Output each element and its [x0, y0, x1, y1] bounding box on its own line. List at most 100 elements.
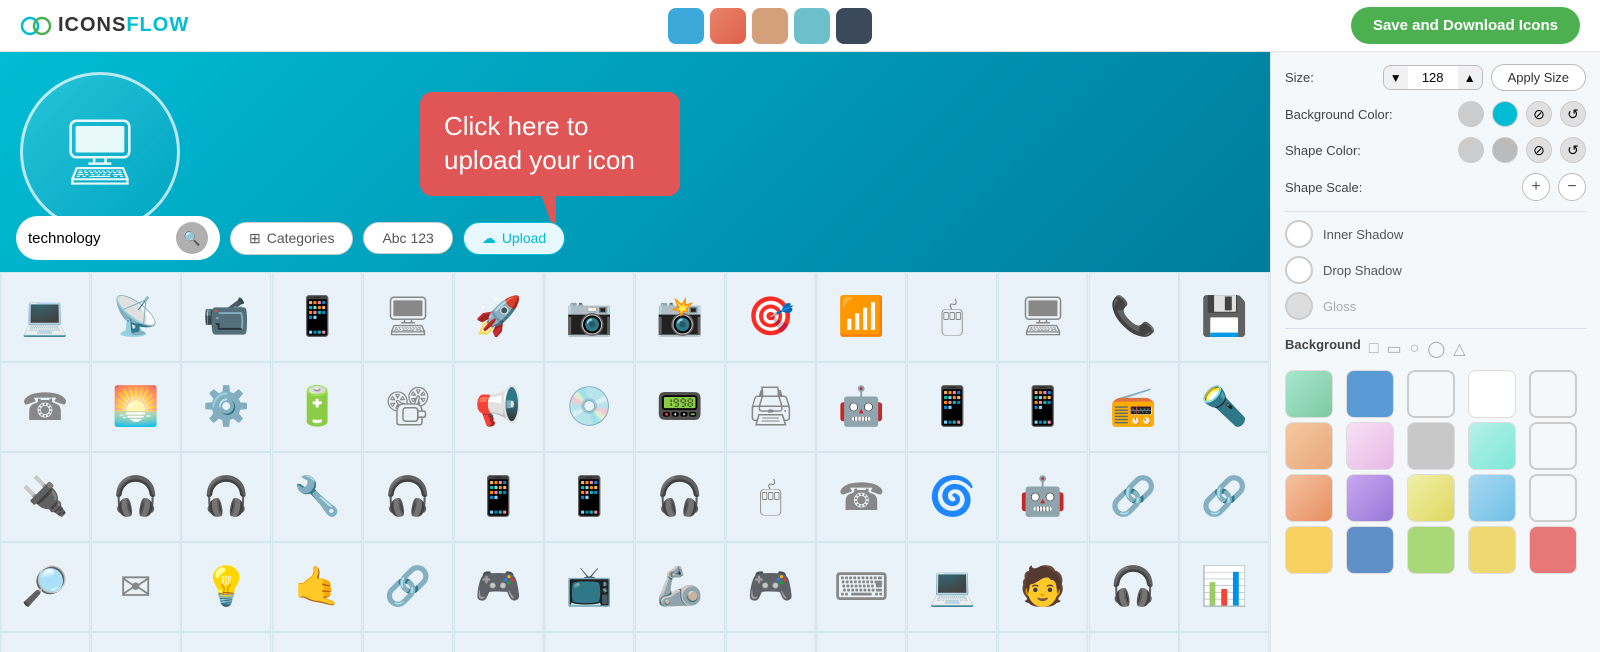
icon-cell[interactable]: 📹 — [91, 632, 181, 652]
bg-option[interactable] — [1285, 370, 1333, 418]
icon-cell[interactable]: 📱 — [272, 272, 362, 362]
icon-cell[interactable]: 💡 — [181, 542, 271, 632]
icon-cell[interactable]: 🤖 — [998, 452, 1088, 542]
icon-cell[interactable]: 📹 — [181, 272, 271, 362]
bg-shape-circle-2[interactable]: ◯ — [1427, 339, 1445, 359]
shape-scale-minus-button[interactable]: − — [1558, 173, 1586, 201]
icon-cell[interactable]: 🎮 — [454, 542, 544, 632]
icon-cell[interactable]: 🔽 — [272, 632, 362, 652]
bg-option[interactable] — [1346, 370, 1394, 418]
inner-shadow-toggle[interactable] — [1285, 220, 1313, 248]
icon-cell[interactable]: ⌨ — [816, 542, 906, 632]
icon-cell[interactable]: 📡 — [91, 272, 181, 362]
icon-cell[interactable]: 🔗 — [1089, 452, 1179, 542]
icon-cell[interactable]: 💿 — [544, 362, 634, 452]
icon-cell[interactable]: 💾 — [1179, 272, 1269, 362]
icon-cell[interactable]: 📦 — [816, 632, 906, 652]
swatch-blue[interactable] — [668, 8, 704, 44]
upload-button[interactable]: ☁ Upload — [463, 222, 565, 255]
icon-cell[interactable]: ✉ — [91, 542, 181, 632]
icon-cell[interactable]: 🔊 — [544, 632, 634, 652]
icon-cell[interactable]: 📡 — [454, 632, 544, 652]
icon-cell[interactable]: 🎧 — [363, 452, 453, 542]
bg-option[interactable] — [1468, 422, 1516, 470]
size-up-button[interactable]: ▲ — [1458, 67, 1482, 89]
icon-cell[interactable]: 🎧 — [181, 452, 271, 542]
bg-option[interactable] — [1468, 526, 1516, 574]
shape-color-reset[interactable]: ↺ — [1560, 137, 1586, 163]
swatch-orange[interactable] — [710, 8, 746, 44]
shape-color-swatch-1[interactable] — [1458, 137, 1484, 163]
icon-cell[interactable]: 🦾 — [635, 542, 725, 632]
bg-option[interactable] — [1346, 474, 1394, 522]
icon-cell[interactable]: 🌀 — [907, 452, 997, 542]
bg-shape-triangle[interactable]: △ — [1453, 339, 1465, 359]
icon-cell[interactable]: 🎧 — [635, 452, 725, 542]
gloss-toggle[interactable] — [1285, 292, 1313, 320]
icon-cell[interactable]: 📱 — [544, 452, 634, 542]
icon-cell[interactable]: 📸 — [635, 272, 725, 362]
icon-cell[interactable]: 📱 — [454, 452, 544, 542]
icon-cell[interactable]: 🖨 — [726, 362, 816, 452]
icon-cell[interactable]: 🔗 — [1179, 452, 1269, 542]
icon-cell[interactable]: 🔋 — [272, 362, 362, 452]
icon-cell[interactable]: 📽 — [363, 362, 453, 452]
icon-cell[interactable]: 🔧 — [907, 632, 997, 652]
bg-option[interactable] — [1285, 526, 1333, 574]
icon-cell[interactable]: 📻 — [1089, 362, 1179, 452]
bg-color-swatch-2[interactable] — [1492, 101, 1518, 127]
bg-color-reset[interactable]: ↺ — [1560, 101, 1586, 127]
icon-cell[interactable]: 📱 — [907, 362, 997, 452]
icon-cell[interactable]: 🤙 — [272, 542, 362, 632]
icon-cell[interactable]: 🤖 — [816, 362, 906, 452]
icon-cell[interactable]: 🎧 — [91, 452, 181, 542]
bg-option[interactable] — [1529, 370, 1577, 418]
bg-option[interactable] — [1468, 474, 1516, 522]
abc-button[interactable]: Abc 123 — [363, 222, 452, 254]
icon-cell[interactable]: 🔗 — [363, 542, 453, 632]
icon-cell[interactable]: 💻 — [181, 632, 271, 652]
categories-button[interactable]: ⊞ Categories — [230, 222, 353, 255]
icon-cell[interactable]: 📞 — [1089, 272, 1179, 362]
bg-option[interactable] — [1468, 370, 1516, 418]
icon-cell[interactable]: 🎮 — [726, 542, 816, 632]
bg-color-no-icon[interactable]: ⊘ — [1526, 101, 1552, 127]
icon-cell[interactable]: 📷 — [544, 272, 634, 362]
shape-color-swatch-2[interactable] — [1492, 137, 1518, 163]
icon-cell[interactable]: 📶 — [816, 272, 906, 362]
icon-cell[interactable]: 📢 — [454, 362, 544, 452]
icon-cell[interactable]: 🧑 — [998, 542, 1088, 632]
icon-cell[interactable]: 📺 — [544, 542, 634, 632]
bg-option[interactable] — [1346, 422, 1394, 470]
icon-cell[interactable]: 🎧 — [1089, 542, 1179, 632]
icon-cell[interactable]: 📊 — [1179, 542, 1269, 632]
icon-cell[interactable]: 📱 — [635, 632, 725, 652]
size-input[interactable] — [1408, 66, 1458, 89]
bg-option[interactable] — [1407, 370, 1455, 418]
icon-cell[interactable]: 📱 — [1089, 632, 1179, 652]
bg-option[interactable] — [1407, 526, 1455, 574]
icon-cell[interactable]: 🖱 — [726, 452, 816, 542]
shape-scale-add-button[interactable]: + — [1522, 173, 1550, 201]
swatch-tan[interactable] — [752, 8, 788, 44]
icon-cell[interactable]: ⚙️ — [726, 632, 816, 652]
search-button[interactable]: 🔍 — [176, 222, 208, 254]
icon-cell[interactable]: 🖥 — [998, 272, 1088, 362]
icon-cell[interactable]: 💡 — [0, 632, 90, 652]
icon-cell[interactable]: 📟 — [635, 362, 725, 452]
bg-option[interactable] — [1529, 474, 1577, 522]
icon-cell[interactable]: 📱 — [998, 362, 1088, 452]
icon-cell[interactable]: ☎ — [816, 452, 906, 542]
icon-cell[interactable]: 🎯 — [726, 272, 816, 362]
icon-cell[interactable]: ☎ — [0, 362, 90, 452]
bg-option[interactable] — [1529, 422, 1577, 470]
icon-cell[interactable]: 🖱 — [907, 272, 997, 362]
bg-shape-square-2[interactable]: ▭ — [1387, 339, 1402, 359]
bg-option[interactable] — [1285, 474, 1333, 522]
icon-cell[interactable]: 🖥 — [363, 272, 453, 362]
bg-option[interactable] — [1407, 474, 1455, 522]
save-download-button[interactable]: Save and Download Icons — [1351, 7, 1580, 44]
bg-shape-circle[interactable]: ○ — [1410, 340, 1420, 358]
icon-cell[interactable]: 🔼 — [363, 632, 453, 652]
icon-cell[interactable]: 🔧 — [272, 452, 362, 542]
